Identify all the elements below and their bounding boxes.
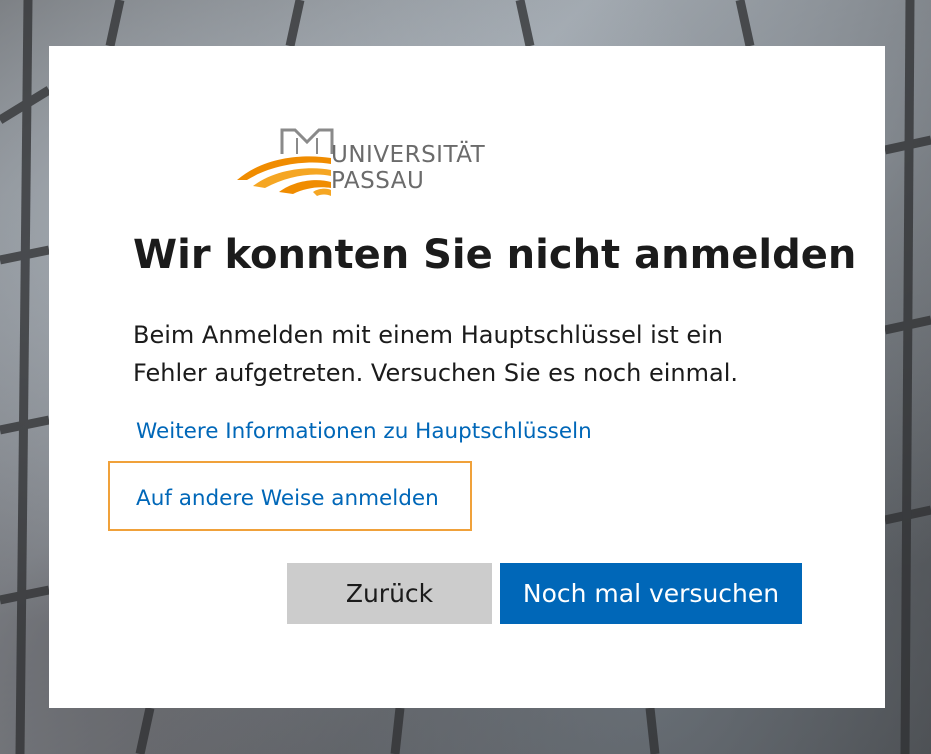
logo-text-line1: UNIVERSITÄT [331,142,486,168]
retry-button[interactable]: Noch mal versuchen [500,563,802,624]
signin-error-dialog: UNIVERSITÄT PASSAU Wir konnten Sie nicht… [49,46,885,708]
back-button[interactable]: Zurück [287,563,492,624]
other-signin-link[interactable]: Auf andere Weise anmelden [136,486,439,511]
university-logo-icon [237,128,334,196]
dialog-title: Wir konnten Sie nicht anmelden [133,232,857,278]
logo-text-line2: PASSAU [331,168,425,194]
passkey-info-link[interactable]: Weitere Informationen zu Hauptschlüsseln [136,419,592,444]
error-description: Beim Anmelden mit einem Hauptschlüssel i… [133,321,738,387]
university-logo: UNIVERSITÄT PASSAU [235,126,497,198]
